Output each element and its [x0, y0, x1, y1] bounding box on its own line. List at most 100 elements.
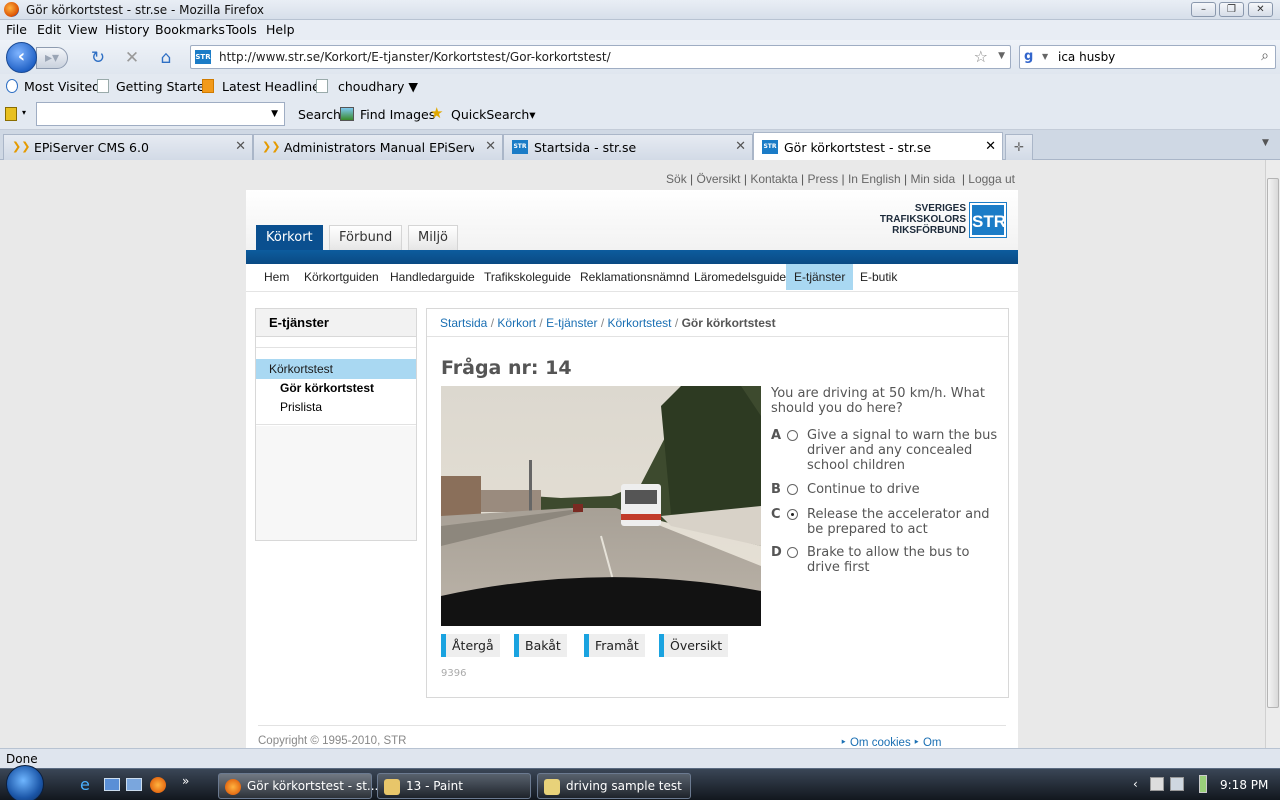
list-all-tabs-icon[interactable]: ▼ — [1262, 138, 1278, 156]
close-tab-icon[interactable]: ✕ — [235, 139, 246, 154]
breadcrumb-e-tjanster[interactable]: E-tjänster — [546, 316, 597, 330]
new-tab-button[interactable]: ✛ — [1005, 134, 1033, 160]
framat-button[interactable]: Framåt — [584, 634, 645, 657]
tab-startsida[interactable]: STR Startsida - str.se ✕ — [503, 134, 753, 160]
subnav-hem[interactable]: Hem — [256, 264, 297, 290]
main-tab-miljo[interactable]: Miljö — [408, 225, 459, 250]
link-sok[interactable]: Sök — [666, 172, 687, 186]
back-button[interactable]: ‹ — [6, 42, 37, 73]
toolbar-logo-icon[interactable] — [5, 107, 17, 121]
main-tab-korkort[interactable]: Körkort — [256, 225, 323, 250]
toolbar-dropdown-icon[interactable]: ▾ — [22, 108, 26, 117]
link-min-sida[interactable]: Min sida — [910, 172, 955, 186]
url-dropdown-icon[interactable]: ▼ — [998, 51, 1005, 61]
menu-help[interactable]: Help — [266, 22, 295, 37]
tray-battery-icon[interactable] — [1199, 775, 1207, 793]
firefox-icon — [225, 779, 241, 795]
close-tab-icon[interactable]: ✕ — [735, 139, 746, 154]
bookmark-choudhary[interactable]: choudhary ▼ — [338, 79, 418, 94]
oversikt-button[interactable]: Översikt — [659, 634, 729, 657]
tab-episerver[interactable]: ❯❯ EPiServer CMS 6.0 ✕ — [3, 134, 253, 160]
link-press[interactable]: Press — [807, 172, 838, 186]
footer-link-om-cookies[interactable]: ‣ Om cookies — [840, 735, 911, 748]
menu-view[interactable]: View — [68, 22, 98, 37]
menu-edit[interactable]: Edit — [37, 22, 61, 37]
link-in-english[interactable]: In English — [848, 172, 901, 186]
close-tab-icon[interactable]: ✕ — [485, 139, 496, 154]
subnav-trafikskoleguide[interactable]: Trafikskoleguide — [476, 264, 579, 290]
link-oversikt[interactable]: Översikt — [697, 172, 741, 186]
subnav-e-tjanster[interactable]: E-tjänster — [786, 264, 854, 290]
footer-link-om-webbplatsen[interactable]: ‣ Om webbplatsen — [913, 735, 1006, 748]
show-desktop-icon[interactable] — [104, 778, 120, 791]
answer-radio-a[interactable] — [787, 430, 798, 441]
toolbar-search-combo[interactable]: ▼ — [36, 102, 285, 126]
taskbar-item-folder[interactable]: driving sample test — [537, 773, 691, 799]
answer-radio-c[interactable] — [787, 509, 798, 520]
tray-network-icon[interactable] — [1150, 777, 1164, 791]
str-favicon: STR — [512, 140, 528, 154]
atergå-button[interactable]: Återgå — [441, 634, 500, 657]
subnav-laromedelsguide[interactable]: Läromedelsguide — [686, 264, 794, 290]
main-tab-forbund[interactable]: Förbund — [329, 225, 403, 250]
bakat-button[interactable]: Bakåt — [514, 634, 567, 657]
menu-bookmarks[interactable]: Bookmarks — [155, 22, 225, 37]
link-kontakta[interactable]: Kontakta — [750, 172, 797, 186]
taskbar-clock[interactable]: 9:18 PM — [1220, 778, 1268, 792]
answer-radio-d[interactable] — [787, 547, 798, 558]
switch-windows-icon[interactable] — [126, 778, 142, 791]
forward-button[interactable]: ▸▾ — [36, 47, 68, 69]
sidebar-item-gor-korkortstest[interactable]: Gör körkortstest — [280, 381, 374, 395]
url-bar[interactable]: STR http://www.str.se/Korkort/E-tjanster… — [190, 45, 1011, 69]
search-icon[interactable]: ⌕ — [1261, 48, 1269, 64]
tray-expand-icon[interactable]: ‹ — [1133, 777, 1138, 791]
subnav-reklamationsnamnd[interactable]: Reklamationsnämnd — [572, 264, 697, 290]
taskbar-item-paint[interactable]: 13 - Paint — [377, 773, 531, 799]
quicklaunch-overflow-icon[interactable]: » — [182, 774, 189, 788]
google-icon[interactable]: g — [1024, 49, 1040, 65]
answer-radio-b[interactable] — [787, 484, 798, 495]
menu-tools[interactable]: Tools — [226, 22, 257, 37]
close-tab-icon[interactable]: ✕ — [985, 139, 996, 154]
start-button[interactable] — [6, 765, 44, 800]
breadcrumb-startsida[interactable]: Startsida — [440, 316, 487, 330]
search-input[interactable]: ica husby — [1058, 50, 1115, 64]
sidebar-item-korkortstest[interactable]: Körkortstest — [256, 359, 416, 379]
taskbar-item-firefox[interactable]: Gör körkortstest - st... — [218, 773, 378, 799]
home-icon[interactable]: ⌂ — [156, 48, 176, 68]
subnav-handledarguide[interactable]: Handledarguide — [382, 264, 483, 290]
minimize-button[interactable]: – — [1191, 2, 1216, 17]
sidebar-lower — [256, 426, 416, 540]
sidebar-item-prislista[interactable]: Prislista — [280, 400, 322, 414]
subnav-e-butik[interactable]: E-butik — [852, 264, 905, 290]
scrollbar-thumb[interactable] — [1267, 178, 1279, 708]
close-window-button[interactable]: ✕ — [1248, 2, 1273, 17]
str-logo[interactable]: SVERIGES TRAFIKSKOLORS RIKSFÖRBUND STR — [880, 202, 1007, 239]
ie-icon[interactable]: e — [80, 775, 90, 794]
reload-icon[interactable]: ↻ — [88, 48, 108, 68]
search-bar[interactable]: g ▼ ica husby ⌕ — [1019, 45, 1276, 69]
subnav-korkortguiden[interactable]: Körkortguiden — [296, 264, 387, 290]
menu-file[interactable]: File — [6, 22, 27, 37]
search-engine-dropdown-icon[interactable]: ▼ — [1042, 52, 1048, 61]
bookmark-getting-started[interactable]: Getting Started — [116, 79, 213, 94]
status-bar: Done — [0, 748, 1280, 768]
tab-admin-manual[interactable]: ❯❯ Administrators Manual EPiServer C... … — [253, 134, 503, 160]
combo-dropdown-icon[interactable]: ▼ — [271, 109, 278, 119]
breadcrumb-korkortstest[interactable]: Körkortstest — [608, 316, 672, 330]
find-images-button[interactable]: Find Images — [360, 107, 435, 122]
firefox-quicklaunch-icon[interactable] — [150, 777, 166, 793]
menu-history[interactable]: History — [105, 22, 149, 37]
bookmark-most-visited[interactable]: Most Visited — [24, 79, 100, 94]
vertical-scrollbar[interactable] — [1265, 160, 1280, 748]
link-logga-ut[interactable]: Logga ut — [968, 172, 1015, 186]
quicksearch-button[interactable]: QuickSearch▾ — [451, 107, 536, 122]
maximize-button[interactable]: ❐ — [1219, 2, 1244, 17]
tray-monitor-icon[interactable] — [1170, 777, 1184, 791]
toolbar-search-button[interactable]: Search — [298, 107, 341, 122]
bookmark-latest-headlines[interactable]: Latest Headlines — [222, 79, 326, 94]
breadcrumb-korkort[interactable]: Körkort — [497, 316, 536, 330]
bookmark-star-icon[interactable]: ☆ — [974, 47, 988, 66]
stop-icon[interactable]: ✕ — [122, 48, 142, 68]
tab-gor-korkortstest[interactable]: STR Gör körkortstest - str.se ✕ — [753, 132, 1003, 161]
